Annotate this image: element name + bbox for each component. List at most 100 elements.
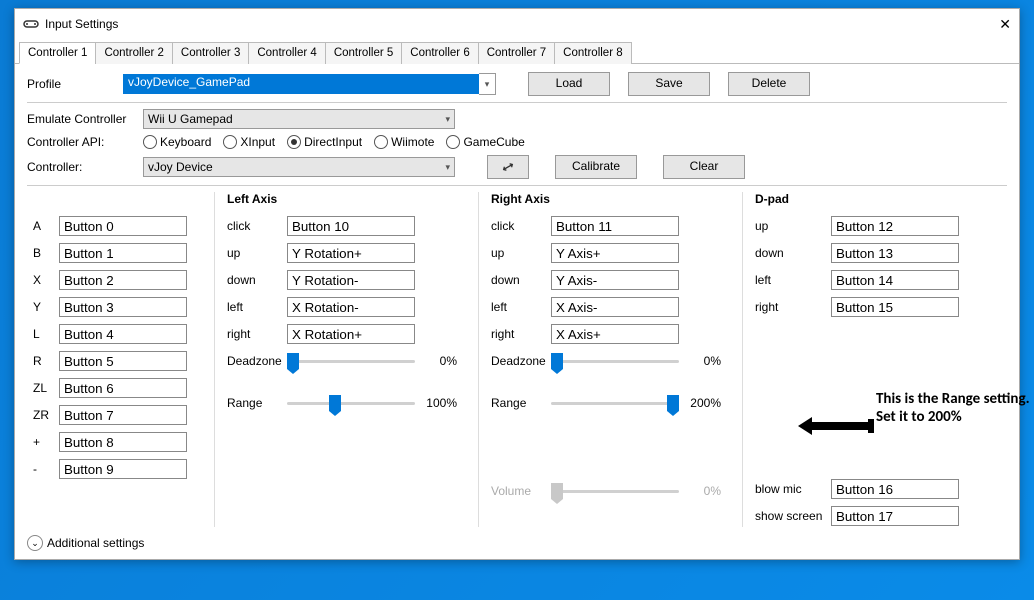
binding-label: down xyxy=(491,273,545,287)
binding-input[interactable] xyxy=(287,270,415,290)
binding-input[interactable] xyxy=(59,243,187,263)
refresh-button[interactable] xyxy=(487,155,529,179)
tab-controller-5[interactable]: Controller 5 xyxy=(325,42,402,64)
slider-track[interactable] xyxy=(551,351,679,371)
dpad-column: D-pad updownleftrightblow micshow screen xyxy=(742,192,976,527)
binding-input[interactable] xyxy=(59,378,187,398)
binding-input[interactable] xyxy=(59,351,187,371)
left-axis-header: Left Axis xyxy=(227,192,472,206)
profile-input[interactable]: vJoyDevice_GamePad xyxy=(123,74,479,94)
delete-button[interactable]: Delete xyxy=(728,72,810,96)
profile-dropdown-caret[interactable]: ▾ xyxy=(479,73,496,95)
binding-label: ZL xyxy=(33,381,53,395)
binding-input[interactable] xyxy=(59,297,187,317)
close-button[interactable]: ✕ xyxy=(981,16,1011,33)
app-icon xyxy=(23,19,39,29)
api-radio-directinput[interactable]: DirectInput xyxy=(287,135,362,149)
binding-label: show screen xyxy=(755,509,825,523)
slider-track[interactable] xyxy=(551,481,679,501)
binding-row: ZR xyxy=(33,404,208,426)
binding-label: X xyxy=(33,273,53,287)
binding-input[interactable] xyxy=(831,216,959,236)
additional-settings-toggle[interactable]: ⌄ Additional settings xyxy=(27,535,1007,551)
right-axis-column: Right Axis clickupdownleftrightDeadzone0… xyxy=(478,192,742,527)
binding-input[interactable] xyxy=(59,405,187,425)
slider-value: 0% xyxy=(421,354,457,368)
binding-label: right xyxy=(491,327,545,341)
chevron-down-icon: ⌄ xyxy=(27,535,43,551)
binding-row: blow mic xyxy=(755,478,970,500)
clear-button[interactable]: Clear xyxy=(663,155,745,179)
binding-input[interactable] xyxy=(831,506,959,526)
binding-input[interactable] xyxy=(551,216,679,236)
binding-row: show screen xyxy=(755,505,970,527)
binding-label: right xyxy=(755,300,825,314)
window: Input Settings ✕ Controller 1Controller … xyxy=(14,8,1020,560)
binding-row: down xyxy=(755,242,970,264)
tab-controller-4[interactable]: Controller 4 xyxy=(248,42,325,64)
binding-input[interactable] xyxy=(59,324,187,344)
binding-input[interactable] xyxy=(831,243,959,263)
binding-input[interactable] xyxy=(59,216,187,236)
slider-label: Deadzone xyxy=(227,354,281,368)
slider-track[interactable] xyxy=(551,393,679,413)
api-radio-keyboard[interactable]: Keyboard xyxy=(143,135,211,149)
slider-label: Range xyxy=(227,396,281,410)
slider-track[interactable] xyxy=(287,351,415,371)
binding-input[interactable] xyxy=(551,270,679,290)
binding-row: ZL xyxy=(33,377,208,399)
binding-row: L xyxy=(33,323,208,345)
titlebar: Input Settings ✕ xyxy=(15,9,1019,39)
slider-value: 0% xyxy=(685,484,721,498)
slider-label: Range xyxy=(491,396,545,410)
api-radio-wiimote[interactable]: Wiimote xyxy=(374,135,434,149)
calibrate-button[interactable]: Calibrate xyxy=(555,155,637,179)
binding-input[interactable] xyxy=(287,216,415,236)
binding-input[interactable] xyxy=(287,324,415,344)
annotation-text: This is the Range setting. Set it to 200… xyxy=(876,390,1034,426)
binding-row: up xyxy=(227,242,472,264)
binding-input[interactable] xyxy=(59,459,187,479)
tab-controller-8[interactable]: Controller 8 xyxy=(554,42,631,64)
binding-input[interactable] xyxy=(831,270,959,290)
binding-input[interactable] xyxy=(551,297,679,317)
tab-bar: Controller 1Controller 2Controller 3Cont… xyxy=(15,41,1019,64)
emulate-label: Emulate Controller xyxy=(27,112,137,126)
controller-dropdown[interactable]: vJoy Device▾ xyxy=(143,157,455,177)
binding-input[interactable] xyxy=(287,297,415,317)
binding-row: up xyxy=(755,215,970,237)
tab-controller-6[interactable]: Controller 6 xyxy=(401,42,478,64)
emulate-dropdown[interactable]: Wii U Gamepad▾ xyxy=(143,109,455,129)
window-title: Input Settings xyxy=(45,17,981,31)
right-axis-header: Right Axis xyxy=(491,192,736,206)
binding-input[interactable] xyxy=(831,479,959,499)
button-bindings-column: ABXYLRZLZR+- xyxy=(27,192,214,527)
binding-input[interactable] xyxy=(59,270,187,290)
binding-input[interactable] xyxy=(287,243,415,263)
slider-deadzone: Deadzone 0% xyxy=(227,350,472,372)
binding-label: Y xyxy=(33,300,53,314)
binding-row: A xyxy=(33,215,208,237)
binding-input[interactable] xyxy=(551,243,679,263)
binding-row: left xyxy=(491,296,736,318)
binding-input[interactable] xyxy=(551,324,679,344)
tab-controller-7[interactable]: Controller 7 xyxy=(478,42,555,64)
api-radio-gamecube[interactable]: GameCube xyxy=(446,135,524,149)
binding-label: - xyxy=(33,462,53,476)
binding-input[interactable] xyxy=(831,297,959,317)
binding-label: left xyxy=(755,273,825,287)
binding-row: click xyxy=(491,215,736,237)
binding-row: down xyxy=(491,269,736,291)
tab-controller-2[interactable]: Controller 2 xyxy=(95,42,172,64)
api-radio-xinput[interactable]: XInput xyxy=(223,135,275,149)
binding-label: A xyxy=(33,219,53,233)
tab-controller-3[interactable]: Controller 3 xyxy=(172,42,249,64)
binding-label: blow mic xyxy=(755,482,825,496)
tab-controller-1[interactable]: Controller 1 xyxy=(19,42,96,64)
binding-row: right xyxy=(755,296,970,318)
binding-input[interactable] xyxy=(59,432,187,452)
slider-track[interactable] xyxy=(287,393,415,413)
save-button[interactable]: Save xyxy=(628,72,710,96)
profile-combo[interactable]: vJoyDevice_GamePad ▾ xyxy=(123,73,496,95)
load-button[interactable]: Load xyxy=(528,72,610,96)
